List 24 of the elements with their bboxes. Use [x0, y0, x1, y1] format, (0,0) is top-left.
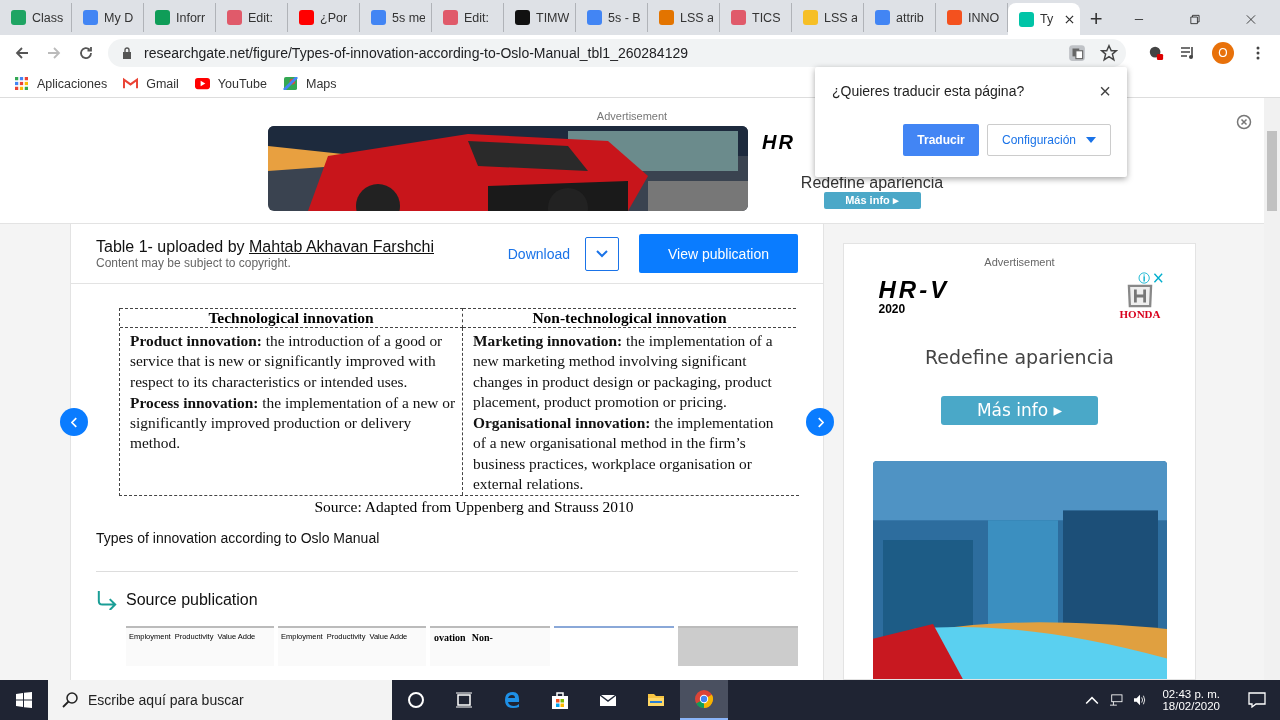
ad-slogan: Redefine apariencia — [924, 346, 1115, 368]
copyright-note: Content may be subject to copyright. — [96, 255, 292, 270]
table-cell-text: Organisational innovation: the implementation of a new organisational method in the firm’s business practices, workplace organisation or external relations. — [473, 413, 775, 495]
table-cell-text: Marketing innovation: the implementation of a new marketing method involving significant changes in product design or packaging, product placement, product promotion or pricing. — [473, 331, 774, 412]
table-source: Source: Adapted from Uppenberg and Strauss 2010 — [313, 498, 635, 517]
column-header: Technological innovation — [120, 308, 463, 328]
brand-name: HONDA — [1119, 308, 1161, 320]
table-cell-text: Process innovation: the implementation of a new or significantly improved production or delivery method. — [130, 392, 456, 454]
popup-question: ¿Quieres traducir esta página? — [832, 83, 1025, 99]
model-year: 2020 — [878, 302, 907, 316]
ad-slogan: Redefine apariencia — [800, 174, 944, 192]
figure-caption: Types of innovation according to Oslo Manual — [96, 530, 381, 547]
clock-time: 02:43 p. m. — [1162, 688, 1220, 700]
clock-date: 18/02/2020 — [1162, 700, 1220, 712]
advertisement-label: Advertisement — [984, 256, 1055, 268]
table-cell-text: Product innovation: the introduction of a good or service that is new or significantly improved with respect to its characteristics or intended uses. — [130, 331, 444, 392]
model-logo: HR-V — [878, 278, 950, 302]
thumbnail-text: ovation — [434, 632, 466, 646]
section-heading: Source publication — [126, 591, 258, 610]
thumbnail-text: Non- — [471, 632, 493, 646]
brand-logo: HR — [762, 131, 795, 154]
advertisement-label: Advertisement — [596, 110, 668, 122]
figure-title: Table 1- uploaded by Mahtab Akhavan Farshchi — [96, 237, 435, 256]
column-header: Non-technological innovation — [463, 308, 796, 328]
